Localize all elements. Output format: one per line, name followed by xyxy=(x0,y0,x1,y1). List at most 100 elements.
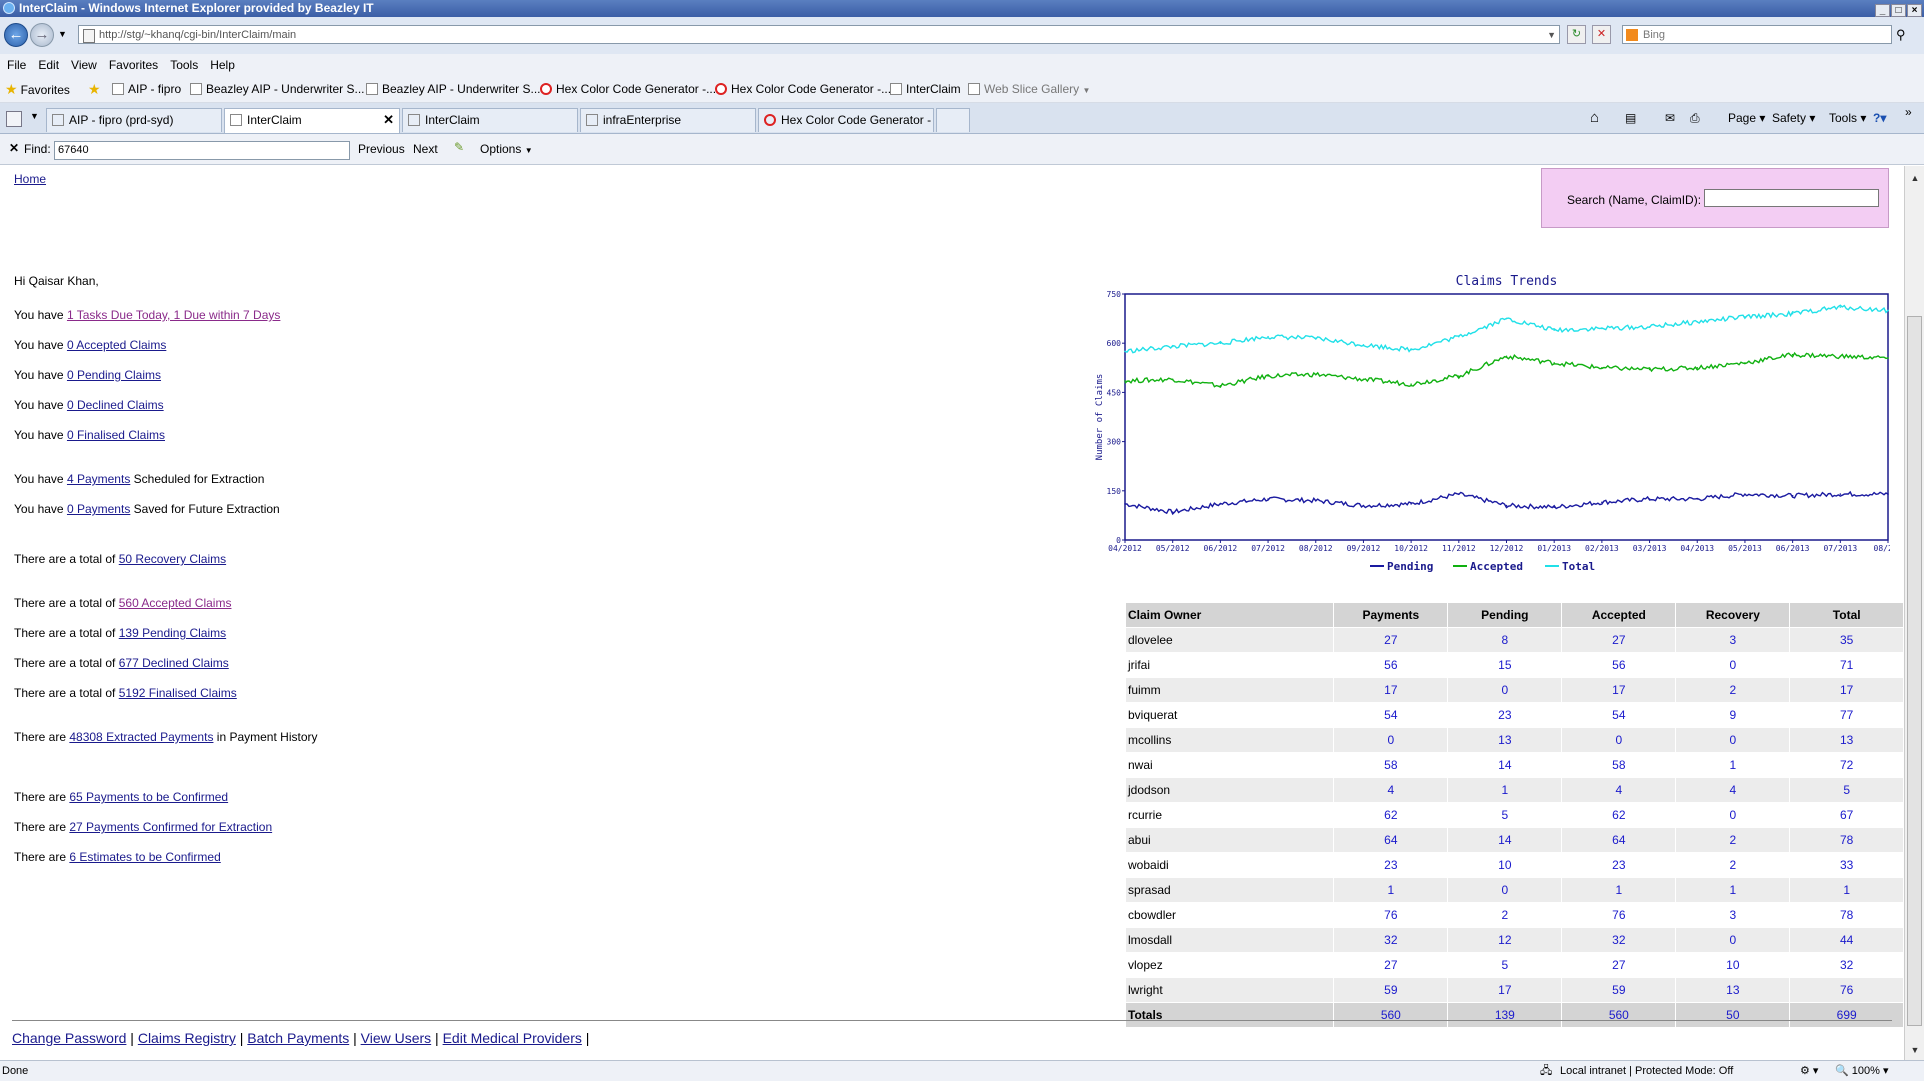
safety-menu[interactable]: Safety ▾ xyxy=(1772,103,1815,133)
summary-link[interactable]: 1 Tasks Due Today, 1 Due within 7 Days xyxy=(67,308,280,322)
tab-interclaim[interactable]: InterClaim xyxy=(402,108,578,132)
summary-link[interactable]: 560 Accepted Claims xyxy=(119,596,232,610)
stop-button[interactable]: ✕ xyxy=(1592,25,1611,44)
tools-menu[interactable]: Tools ▾ xyxy=(1829,103,1866,133)
summary-line: You have 0 Payments Saved for Future Ext… xyxy=(14,502,280,516)
summary-link[interactable]: 0 Declined Claims xyxy=(67,398,164,412)
zoom-level[interactable]: 🔍 100% ▾ xyxy=(1835,1061,1888,1081)
tab-interclaim-active[interactable]: InterClaim ✕ xyxy=(224,108,400,133)
summary-link[interactable]: 677 Declined Claims xyxy=(119,656,229,670)
favorite-link[interactable]: Hex Color Code Generator -... xyxy=(715,76,891,102)
find-next-button[interactable]: Next xyxy=(413,142,438,156)
summary-link[interactable]: 48308 Extracted Payments xyxy=(69,730,213,744)
data-point-pending xyxy=(1839,493,1842,495)
scroll-up-icon[interactable]: ▲ xyxy=(1905,170,1924,186)
totals-label: Totals xyxy=(1124,1002,1335,1028)
summary-text: You have xyxy=(14,398,67,412)
footer-link[interactable]: Edit Medical Providers xyxy=(443,1030,582,1046)
footer-link[interactable]: Change Password xyxy=(12,1030,126,1046)
data-point-pending xyxy=(1791,494,1794,497)
close-tab-icon[interactable]: ✕ xyxy=(383,109,394,131)
close-find-icon[interactable]: ✕ xyxy=(9,141,19,155)
refresh-button[interactable]: ↻ xyxy=(1567,25,1586,44)
favorite-link[interactable]: Beazley AIP - Underwriter S... xyxy=(366,76,541,102)
menu-file[interactable]: File xyxy=(7,54,26,76)
address-dropdown-icon[interactable]: ▼ xyxy=(1547,26,1556,45)
home-icon[interactable]: ⌂ xyxy=(1590,103,1599,133)
favorite-link[interactable]: InterClaim xyxy=(890,76,961,102)
tab-aip-fipro[interactable]: AIP - fipro (prd-syd) xyxy=(46,108,222,132)
footer-link[interactable]: Batch Payments xyxy=(247,1030,349,1046)
summary-link[interactable]: 0 Payments xyxy=(67,502,130,516)
summary-link[interactable]: 139 Pending Claims xyxy=(119,626,226,640)
menu-tools[interactable]: Tools xyxy=(170,54,198,76)
tab-infraenterprise[interactable]: infraEnterprise xyxy=(580,108,756,132)
data-point-accepted xyxy=(1553,362,1555,364)
scroll-down-icon[interactable]: ▼ xyxy=(1905,1042,1924,1058)
summary-line: You have 0 Pending Claims xyxy=(14,368,161,382)
tab-list-dropdown-icon[interactable]: ▼ xyxy=(30,111,39,121)
favorite-link[interactable]: AIP - fipro xyxy=(112,76,181,102)
page-menu[interactable]: Page ▾ xyxy=(1728,103,1765,133)
summary-link[interactable]: 6 Estimates to be Confirmed xyxy=(69,850,220,864)
print-icon[interactable]: ⎙ xyxy=(1690,103,1700,133)
add-favorite-icon[interactable]: ★ xyxy=(88,76,104,103)
favorites-button[interactable]: ★ Favorites xyxy=(5,76,70,103)
scroll-thumb[interactable] xyxy=(1907,316,1922,1026)
web-slice-gallery-link[interactable]: Web Slice Gallery ▼ xyxy=(968,76,1090,104)
claim-search-panel: Search (Name, ClaimID): xyxy=(1541,168,1889,228)
help-icon[interactable]: ?▾ xyxy=(1873,103,1886,133)
search-input[interactable]: Bing xyxy=(1622,25,1892,44)
owner-name-cell: lwright xyxy=(1124,977,1335,1003)
footer-separator: | xyxy=(235,1030,248,1046)
summary-link[interactable]: 5192 Finalised Claims xyxy=(119,686,237,700)
count-cell: 17 xyxy=(1561,677,1677,703)
data-point-accepted xyxy=(1791,353,1794,356)
summary-line: You have 1 Tasks Due Today, 1 Due within… xyxy=(14,308,280,322)
menu-edit[interactable]: Edit xyxy=(38,54,59,76)
footer-link[interactable]: View Users xyxy=(361,1030,432,1046)
summary-link[interactable]: 0 Pending Claims xyxy=(67,368,161,382)
summary-link[interactable]: 50 Recovery Claims xyxy=(119,552,226,566)
new-tab-button[interactable] xyxy=(936,108,970,132)
find-options-button[interactable]: Options ▼ xyxy=(480,142,533,156)
claim-search-input[interactable] xyxy=(1704,189,1879,207)
address-input[interactable]: http://stg/~khanq/cgi-bin/InterClaim/mai… xyxy=(78,25,1560,44)
count-cell: 64 xyxy=(1333,827,1449,853)
feeds-icon[interactable]: ▤ xyxy=(1625,103,1636,133)
find-input[interactable]: 67640 xyxy=(54,141,350,160)
menu-help[interactable]: Help xyxy=(210,54,235,76)
tab-hex-color[interactable]: Hex Color Code Generator - ... xyxy=(758,108,934,132)
recent-pages-dropdown-icon[interactable]: ▼ xyxy=(58,29,67,39)
mail-icon[interactable]: ✉ xyxy=(1665,103,1675,133)
highlight-icon[interactable]: ✎ xyxy=(454,140,464,154)
close-window-button[interactable]: × xyxy=(1907,4,1922,17)
summary-link[interactable]: 0 Finalised Claims xyxy=(67,428,165,442)
summary-link[interactable]: 65 Payments to be Confirmed xyxy=(69,790,228,804)
forward-button[interactable]: → xyxy=(30,23,54,47)
back-button[interactable]: ← xyxy=(4,23,28,47)
quick-tabs-icon[interactable] xyxy=(6,111,22,127)
y-tick-label: 450 xyxy=(1107,388,1122,397)
minimize-button[interactable]: _ xyxy=(1875,4,1890,17)
protected-mode-icon[interactable]: ⚙ ▾ xyxy=(1800,1061,1818,1081)
menu-view[interactable]: View xyxy=(71,54,97,76)
summary-line: There are a total of 50 Recovery Claims xyxy=(14,552,226,566)
more-commands-icon[interactable]: » xyxy=(1905,97,1912,127)
vertical-scrollbar[interactable]: ▲ ▼ xyxy=(1904,166,1924,1060)
data-point-total xyxy=(1410,348,1412,351)
find-previous-button[interactable]: Previous xyxy=(358,142,405,156)
summary-link[interactable]: 27 Payments Confirmed for Extraction xyxy=(69,820,272,834)
footer-link[interactable]: Claims Registry xyxy=(138,1030,236,1046)
summary-link[interactable]: 4 Payments xyxy=(67,472,130,486)
maximize-button[interactable]: □ xyxy=(1891,4,1906,17)
summary-link[interactable]: 0 Accepted Claims xyxy=(67,338,166,352)
favorite-link[interactable]: Beazley AIP - Underwriter S... xyxy=(190,76,365,102)
search-go-icon[interactable]: ⚲ xyxy=(1896,27,1906,43)
menu-favorites[interactable]: Favorites xyxy=(109,54,158,76)
data-point-total xyxy=(1601,327,1603,330)
search-label: Search (Name, ClaimID): xyxy=(1567,193,1702,207)
data-point-total xyxy=(1744,316,1746,318)
favorite-link[interactable]: Hex Color Code Generator -... xyxy=(540,76,716,102)
home-link[interactable]: Home xyxy=(14,172,46,186)
